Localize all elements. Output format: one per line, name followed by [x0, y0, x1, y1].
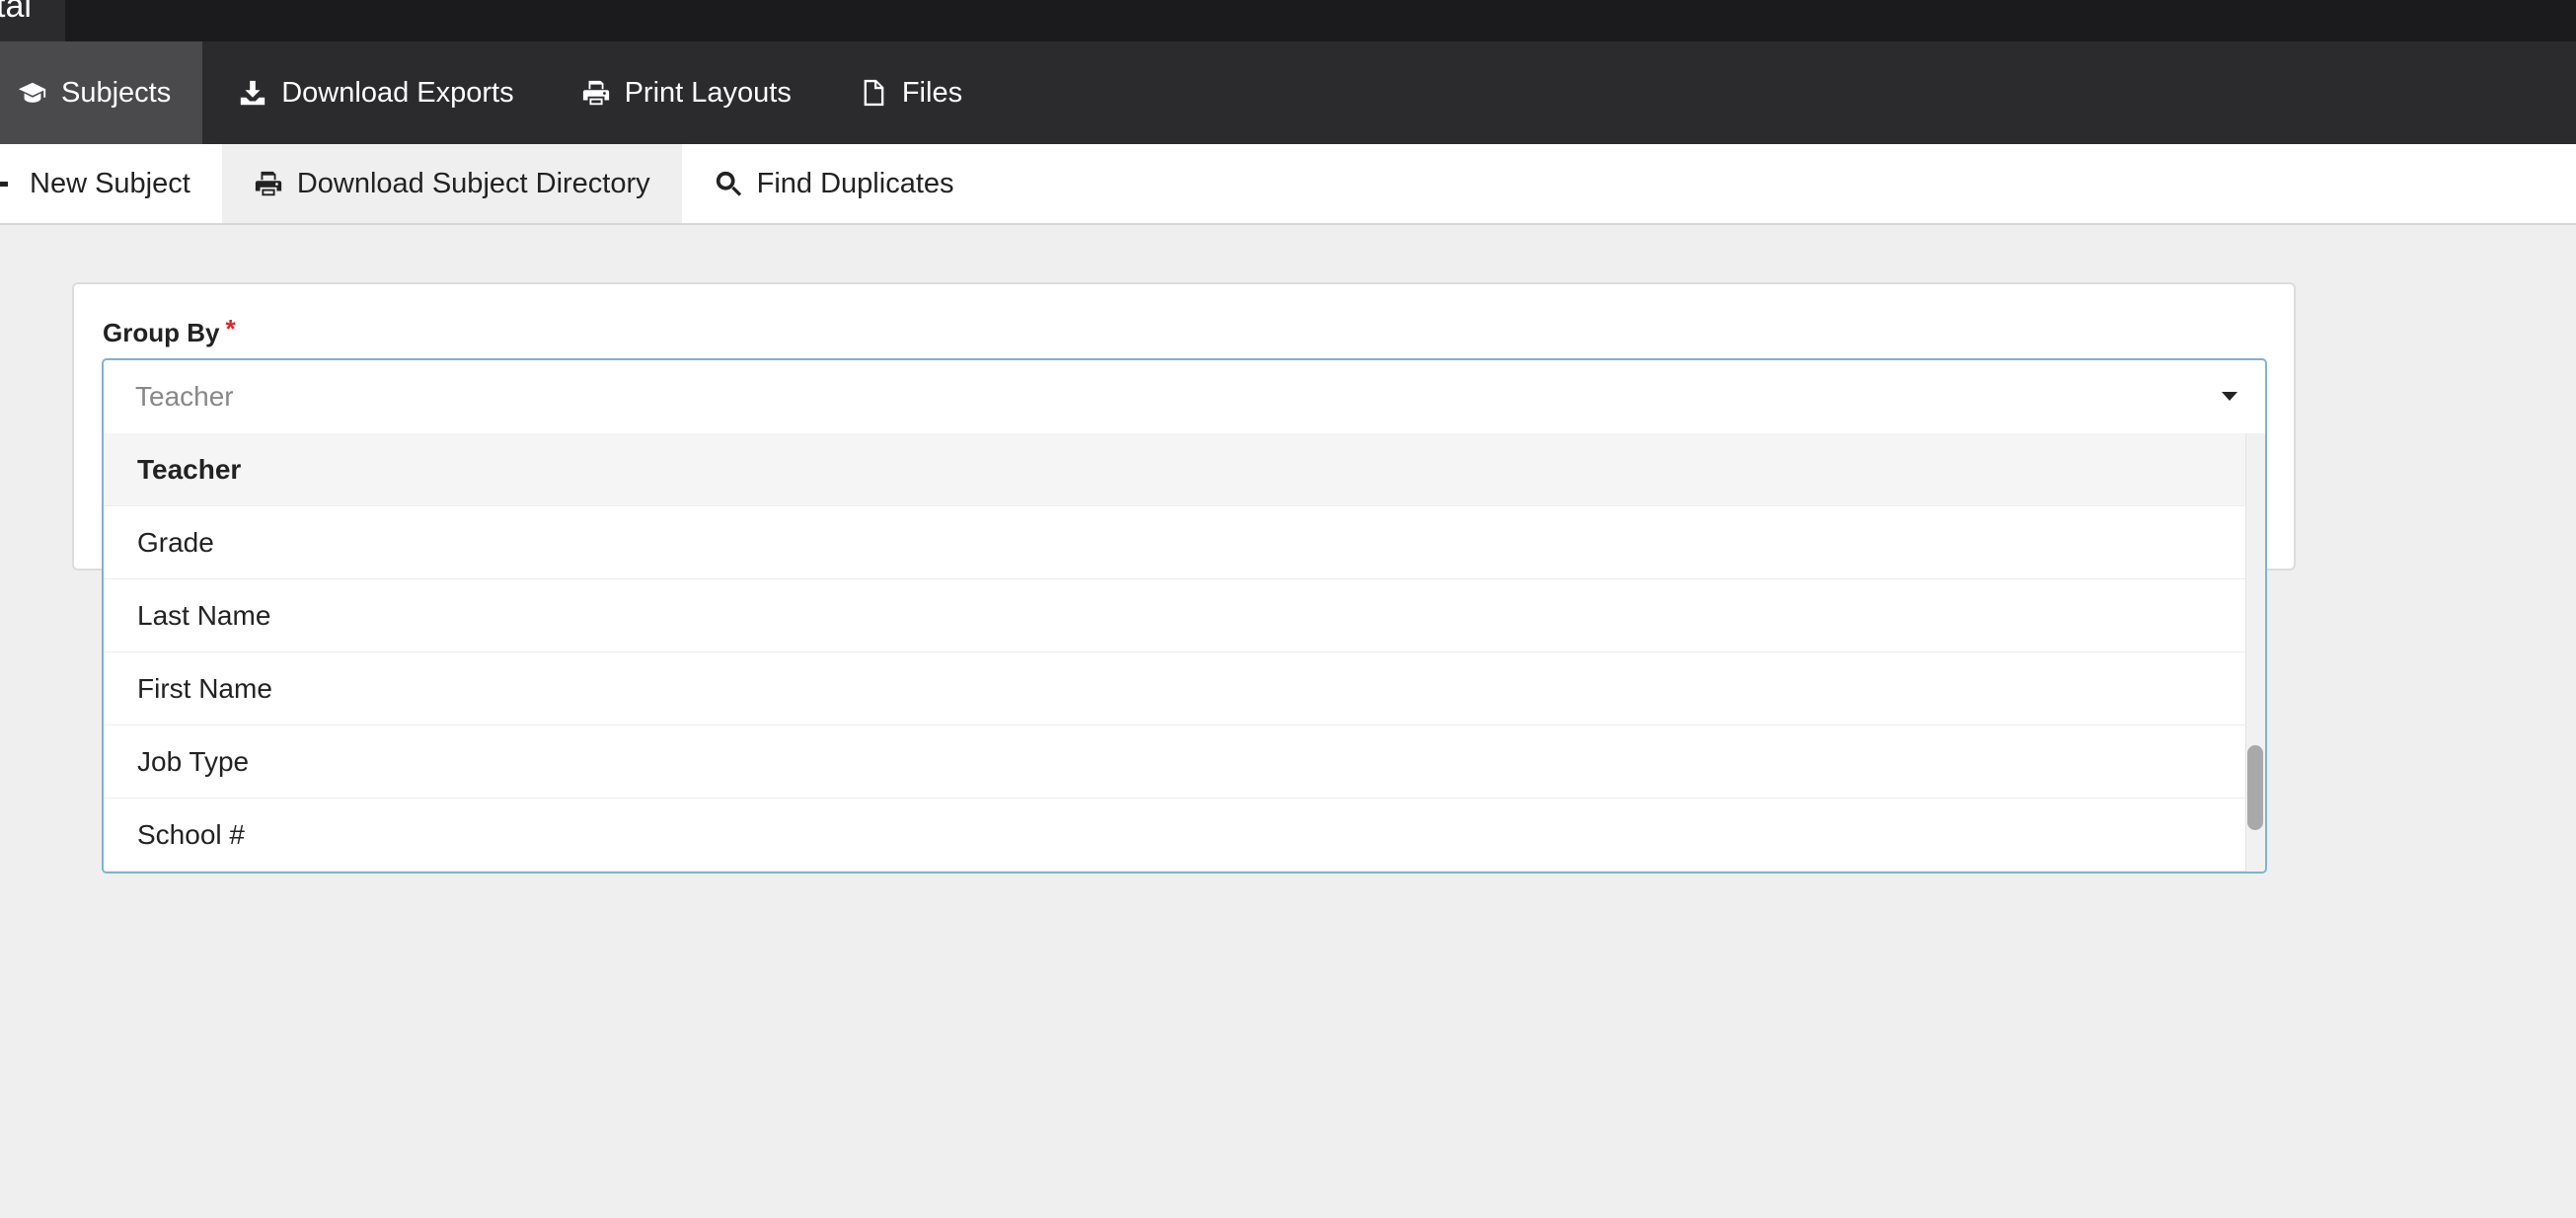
dropdown-option-first-name[interactable]: First Name — [104, 652, 2247, 725]
required-marker: * — [225, 314, 236, 343]
dropdown-option-last-name[interactable]: Last Name — [104, 579, 2247, 652]
nav-item-download-exports[interactable]: Download Exports — [202, 41, 545, 144]
dropdown-option-grade[interactable]: Grade — [104, 506, 2247, 579]
sub-item-label: Find Duplicates — [756, 167, 954, 199]
caret-down-icon[interactable] — [2222, 392, 2237, 401]
nav-item-label: Files — [901, 76, 963, 109]
brand-tab[interactable]: tal — [0, 0, 65, 41]
dropdown-option-job-type[interactable]: Job Type — [104, 725, 2247, 799]
file-icon — [864, 79, 884, 107]
group-by-select[interactable]: Teacher — [102, 358, 2267, 433]
dropdown-option-school-number[interactable]: School # — [104, 799, 2247, 872]
new-subject-button[interactable]: New Subject — [0, 144, 222, 223]
nav-item-print-layouts[interactable]: Print Layouts — [546, 41, 823, 144]
group-by-dropdown: Teacher Grade Last Name First Name Job T… — [102, 433, 2267, 874]
brand-text: tal — [0, 0, 32, 25]
dropdown-scroll-thumb[interactable] — [2247, 745, 2263, 830]
group-by-label-text: Group By — [103, 318, 220, 347]
nav-item-files[interactable]: Files — [823, 41, 994, 144]
download-subject-directory-button[interactable]: Download Subject Directory — [221, 144, 682, 223]
group-by-label: Group By * — [103, 314, 236, 348]
dropdown-scrollbar[interactable] — [2245, 433, 2265, 872]
printer-icon — [582, 80, 609, 106]
nav-item-label: Print Layouts — [624, 76, 792, 109]
search-icon — [716, 171, 741, 196]
group-by-select-value: Teacher — [135, 381, 234, 412]
sub-item-label: Download Subject Directory — [296, 167, 650, 199]
sub-nav: New Subject Download Subject Directory F… — [0, 144, 2576, 225]
find-duplicates-button[interactable]: Find Duplicates — [682, 144, 986, 223]
nav-item-label: Subjects — [61, 76, 172, 109]
main-nav: Subjects Download Exports Print Layouts … — [0, 41, 2576, 144]
sub-item-label: New Subject — [30, 167, 190, 199]
top-bar: tal — [0, 0, 2576, 41]
plus-icon — [0, 181, 8, 187]
dropdown-option-teacher[interactable]: Teacher — [104, 433, 2247, 506]
printer-icon — [255, 171, 281, 196]
nav-item-subjects[interactable]: Subjects — [0, 41, 203, 144]
nav-item-label: Download Exports — [281, 76, 514, 109]
download-icon — [241, 80, 265, 106]
graduation-cap-icon — [18, 82, 46, 103]
